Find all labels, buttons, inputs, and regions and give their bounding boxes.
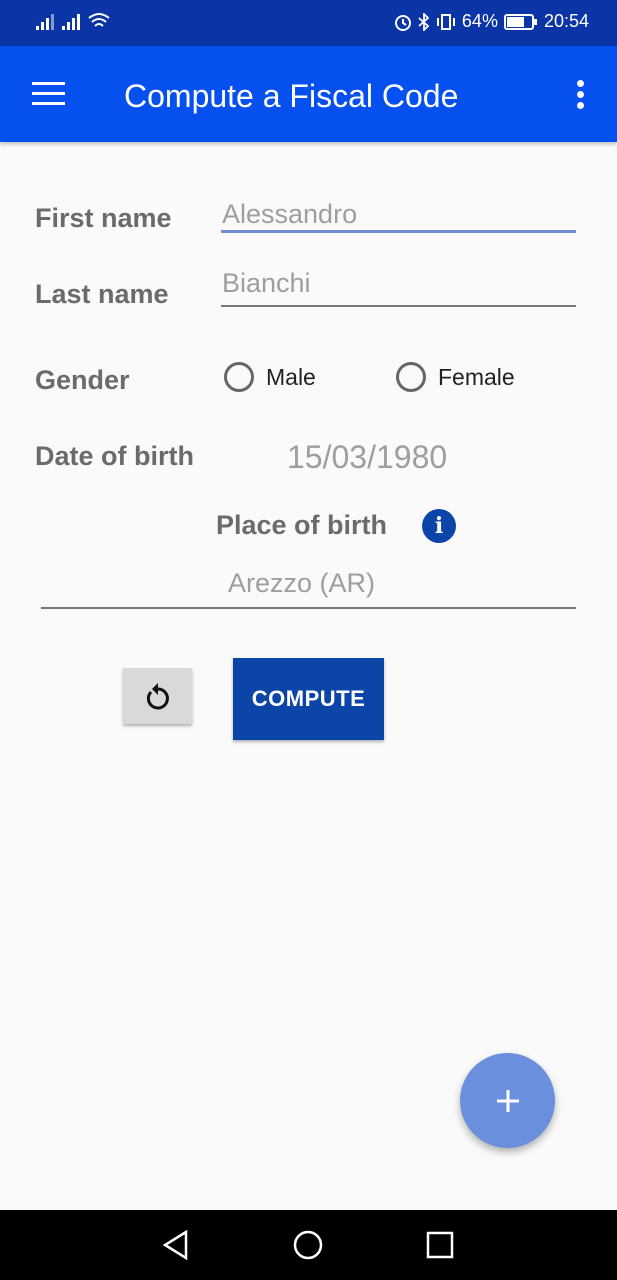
overflow-menu-icon[interactable] [577, 80, 585, 113]
add-fab-button[interactable] [460, 1053, 555, 1148]
radio-unchecked-icon[interactable] [396, 362, 426, 392]
gender-radio-male[interactable]: Male [224, 362, 316, 392]
last-name-underline [221, 305, 576, 307]
info-icon[interactable]: i [422, 509, 456, 543]
first-name-input[interactable]: Alessandro [222, 199, 357, 230]
status-indicators: 64% 20:54 [394, 11, 589, 32]
date-of-birth-picker[interactable]: 15/03/1980 [287, 439, 447, 476]
alarm-icon [394, 14, 411, 31]
first-name-label: First name [35, 203, 172, 233]
compute-button[interactable]: COMPUTE [233, 658, 384, 740]
place-of-birth-underline [41, 607, 576, 609]
gender-option-male: Male [266, 363, 316, 390]
clock: 20:54 [543, 11, 589, 31]
last-name-label: Last name [35, 279, 169, 309]
page-title: Compute a Fiscal Code [124, 78, 459, 114]
signal-indicators [36, 12, 110, 30]
date-of-birth-label: Date of birth [35, 441, 194, 471]
radio-unchecked-icon[interactable] [224, 362, 254, 392]
home-icon[interactable] [293, 1230, 323, 1260]
status-bar: 64% 20:54 [0, 0, 617, 46]
signal-icon [36, 14, 54, 30]
first-name-underline [221, 230, 576, 233]
place-of-birth-label: Place of birth [216, 510, 388, 540]
add-icon [496, 1089, 519, 1112]
battery-icon [503, 13, 537, 30]
recents-icon[interactable] [426, 1231, 454, 1259]
place-of-birth-input[interactable]: Arezzo (AR) [228, 568, 375, 599]
gender-label: Gender [35, 365, 130, 395]
gender-radio-female[interactable]: Female [396, 362, 515, 392]
system-nav-bar [0, 1210, 617, 1280]
gender-option-female: Female [438, 363, 515, 390]
vibrate-icon [436, 13, 455, 30]
menu-icon[interactable] [32, 82, 65, 106]
signal-icon [62, 14, 80, 30]
bluetooth-icon [418, 12, 430, 31]
reset-button[interactable] [123, 668, 192, 724]
back-icon[interactable] [162, 1230, 190, 1260]
wifi-icon [88, 13, 110, 27]
reset-icon [146, 683, 169, 710]
battery-percent: 64% [461, 11, 498, 31]
last-name-input[interactable]: Bianchi [222, 268, 311, 299]
app-bar: Compute a Fiscal Code [0, 46, 617, 142]
